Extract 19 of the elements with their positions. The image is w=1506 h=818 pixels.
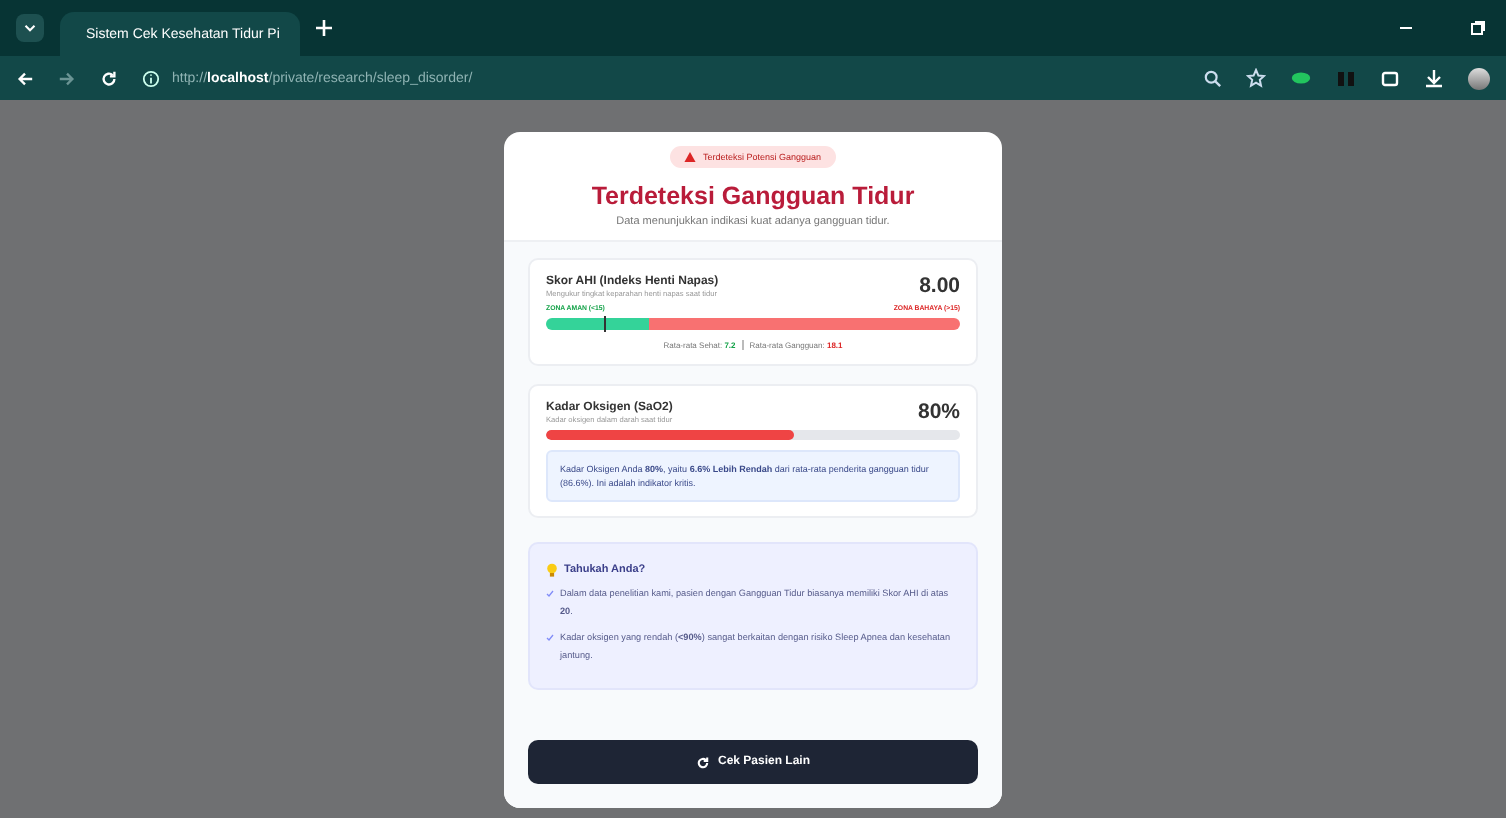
reload-icon (695, 755, 710, 769)
ahi-score: 8.00 (919, 274, 960, 298)
check-icon (546, 633, 554, 642)
warning-icon (684, 152, 697, 162)
tab-search-icon[interactable] (16, 14, 44, 42)
zoom-icon[interactable] (1204, 69, 1222, 87)
reload-icon[interactable] (100, 69, 118, 87)
restore-icon[interactable] (1470, 20, 1486, 36)
lightbulb-icon (546, 562, 558, 579)
forward-icon[interactable] (58, 69, 76, 87)
back-icon[interactable] (16, 69, 34, 87)
result-title: Terdeteksi Gangguan Tidur (591, 182, 915, 210)
info-icon (142, 69, 160, 87)
new-tab-icon[interactable] (316, 20, 332, 36)
check-icon (546, 590, 554, 599)
profile-avatar[interactable] (1468, 67, 1490, 89)
download-icon[interactable] (1424, 68, 1444, 88)
oxygen-value: 80% (917, 400, 960, 424)
star-icon[interactable] (1246, 68, 1266, 88)
